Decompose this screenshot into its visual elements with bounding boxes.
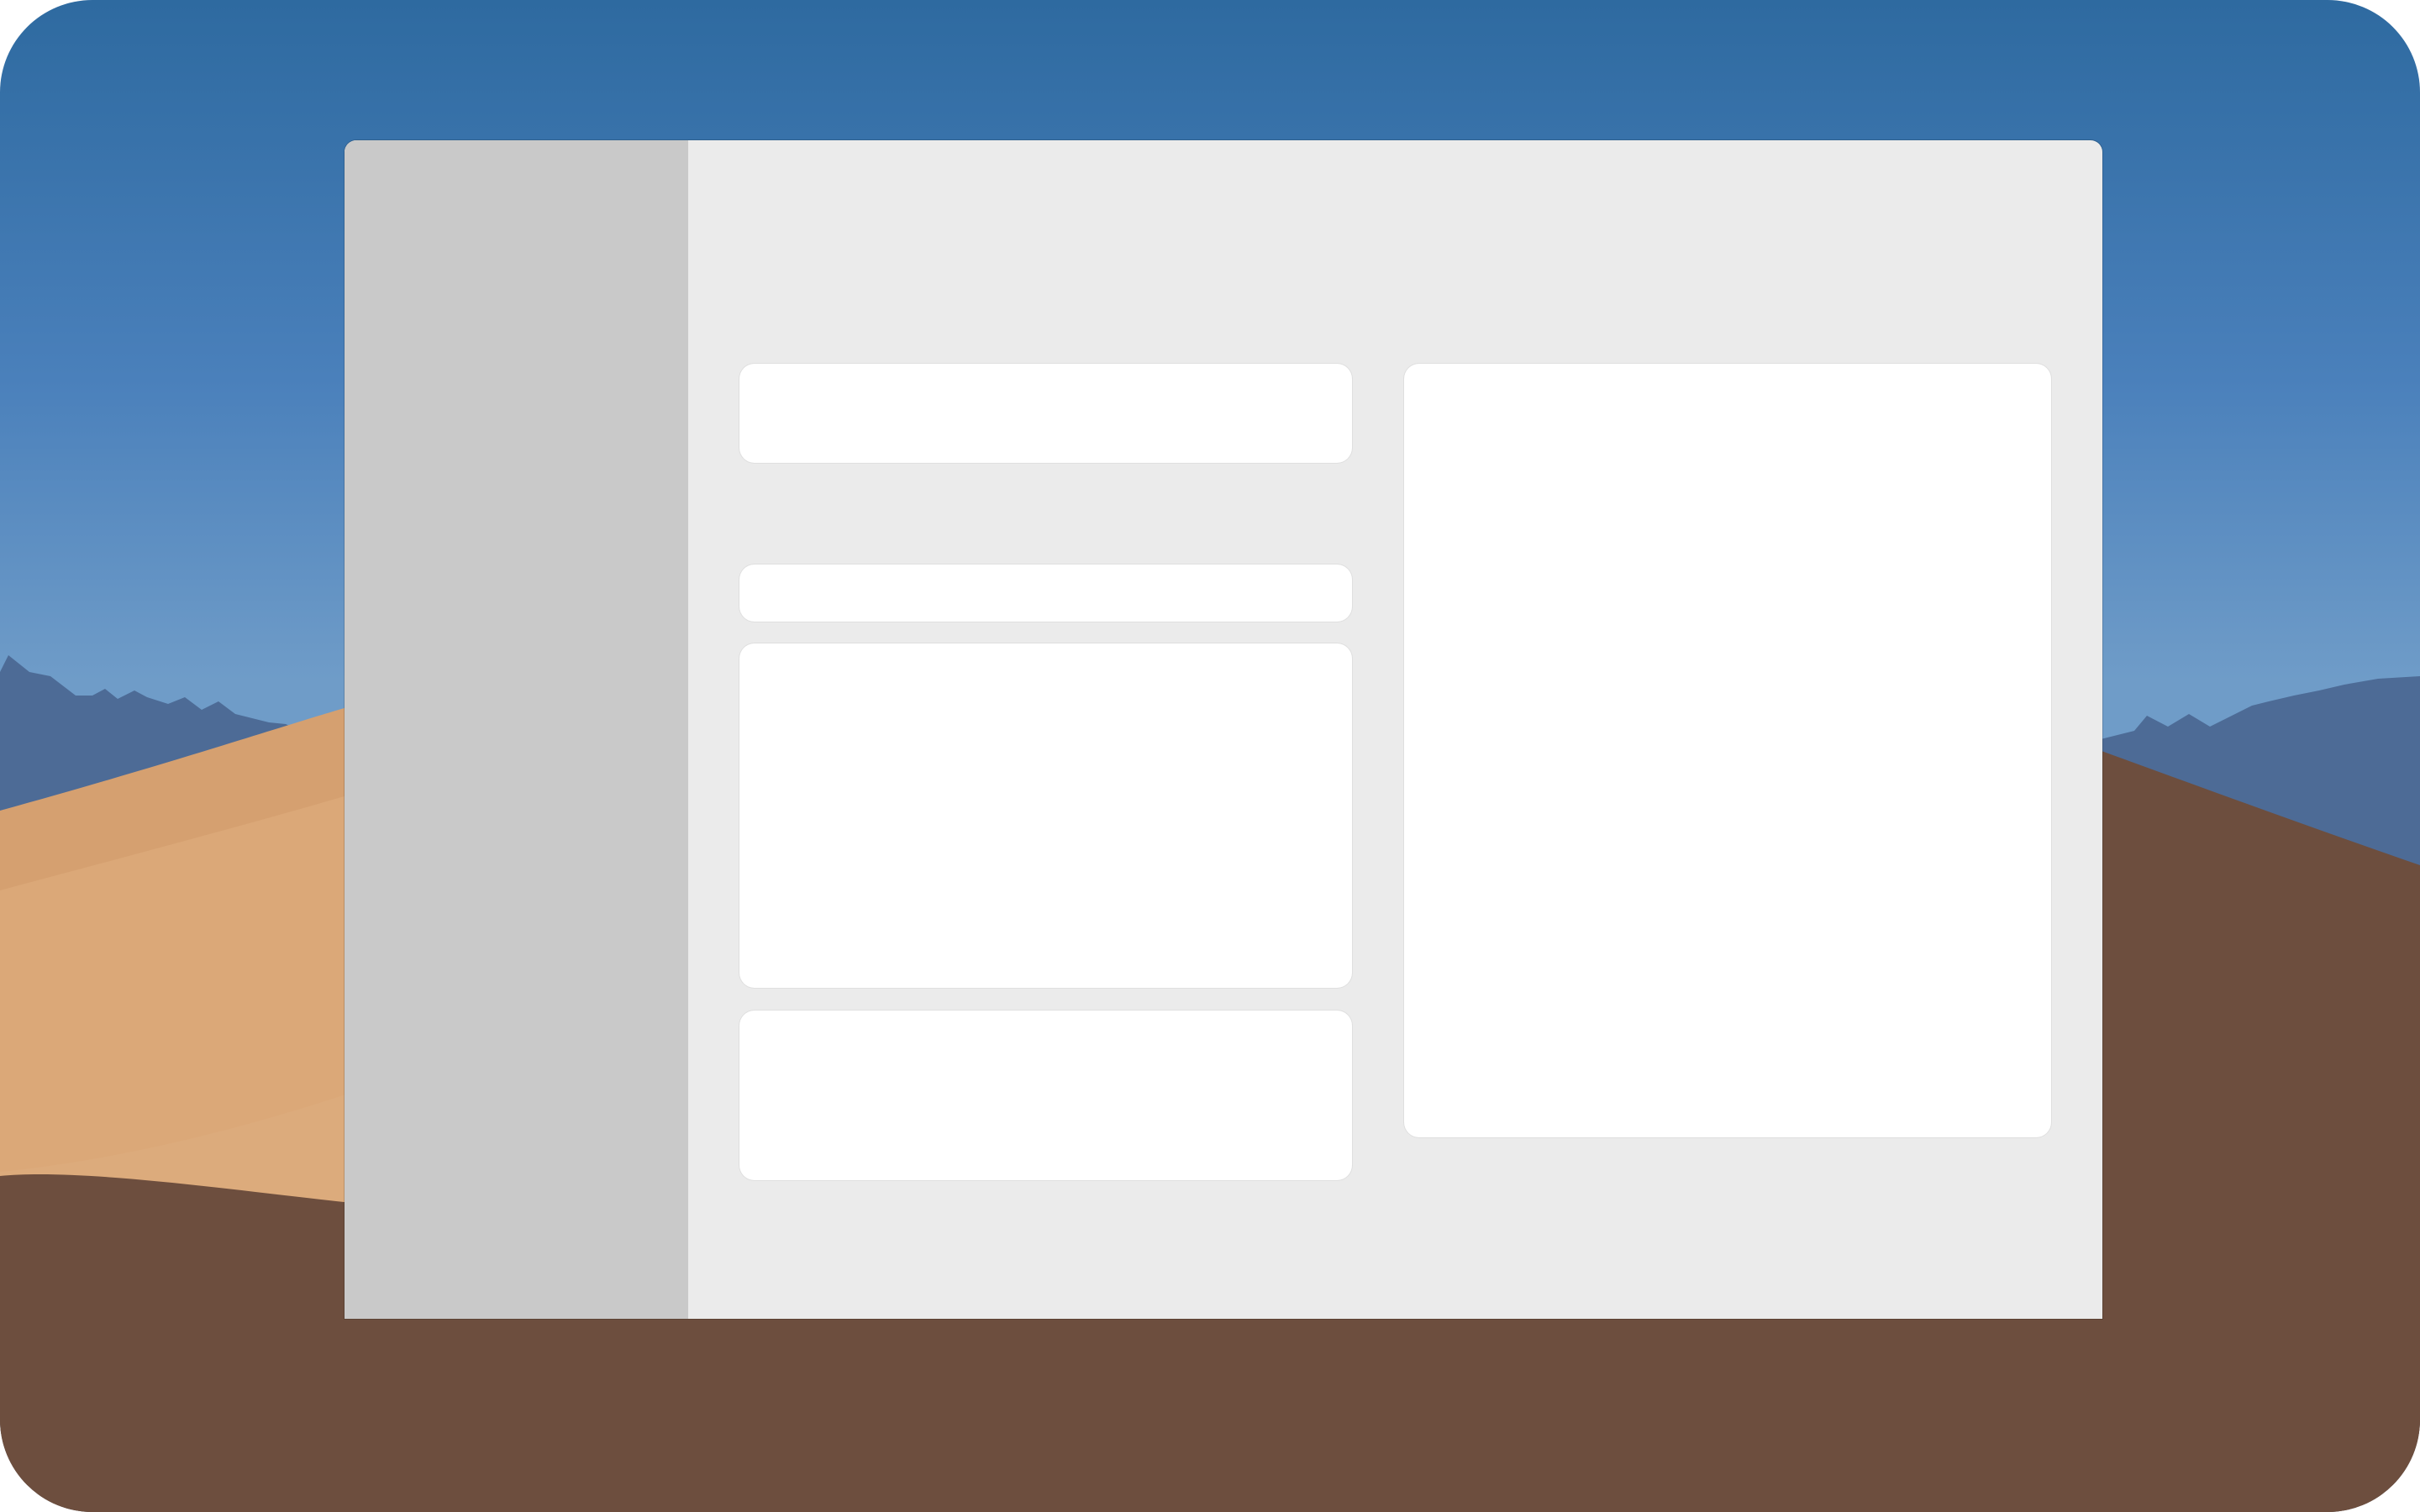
content-card-group: [739, 643, 1352, 988]
content-card-right: [1404, 364, 2051, 1137]
content-card-top: [739, 364, 1352, 463]
content-card-bottom: [739, 1011, 1352, 1180]
desktop: [0, 0, 2420, 1512]
settings-window: [345, 140, 2102, 1319]
ground-bottom: [0, 1310, 2420, 1512]
sidebar: [345, 140, 688, 1319]
content-card-row: [739, 564, 1352, 622]
